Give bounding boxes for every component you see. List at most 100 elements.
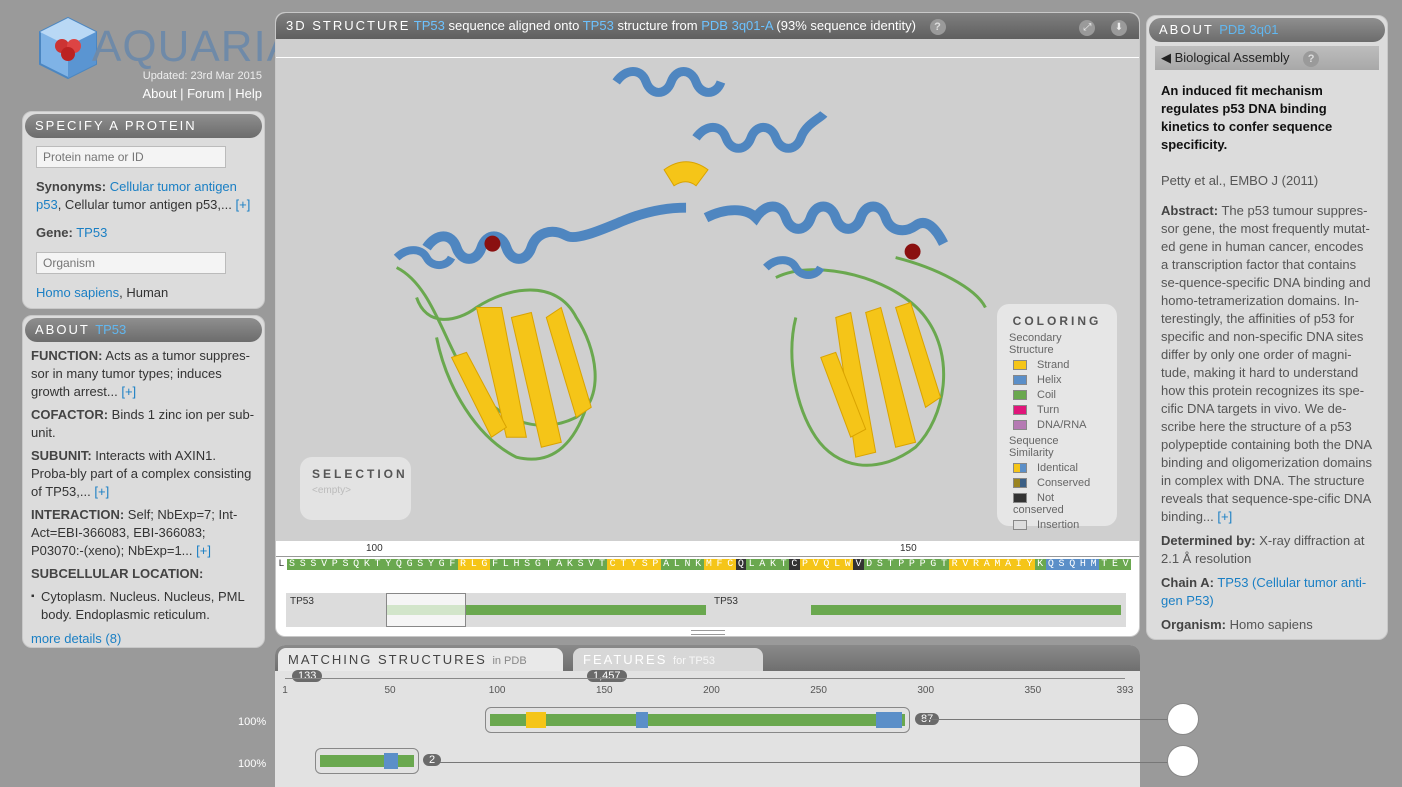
- residue[interactable]: R: [457, 559, 469, 570]
- legend-insertion[interactable]: Insertion: [1009, 519, 1105, 531]
- residue[interactable]: R: [949, 559, 960, 570]
- residue[interactable]: K: [692, 559, 704, 570]
- residue[interactable]: P: [650, 559, 661, 570]
- download-icon[interactable]: ⬇: [1111, 20, 1127, 36]
- legend-identical[interactable]: Identical: [1009, 462, 1105, 474]
- residue[interactable]: T: [1098, 559, 1110, 570]
- residue[interactable]: H: [1077, 559, 1089, 570]
- residue[interactable]: K: [564, 559, 576, 570]
- residue[interactable]: M: [992, 559, 1003, 570]
- help-link[interactable]: Help: [235, 86, 262, 101]
- residue[interactable]: A: [756, 559, 768, 570]
- residue[interactable]: M: [703, 559, 715, 570]
- residue[interactable]: C: [724, 559, 736, 570]
- residue[interactable]: Q: [350, 559, 362, 570]
- residue[interactable]: Y: [425, 559, 437, 570]
- residue[interactable]: G: [436, 559, 447, 570]
- structure-gene-link[interactable]: TP53: [583, 18, 614, 33]
- fullscreen-icon[interactable]: ⤢: [1079, 20, 1096, 36]
- structure-thumbnail-2[interactable]: [1167, 745, 1199, 777]
- residue[interactable]: G: [532, 559, 544, 570]
- residue[interactable]: P: [329, 559, 341, 570]
- structure-cluster-1[interactable]: [485, 707, 910, 733]
- more-details-link[interactable]: more details (8): [31, 630, 256, 648]
- synonyms-more-button[interactable]: [+]: [235, 197, 250, 212]
- tab-features[interactable]: FEATURES for TP53 1,457: [573, 648, 763, 682]
- residue[interactable]: Q: [1045, 559, 1057, 570]
- residue[interactable]: L: [831, 559, 843, 570]
- map-viewport[interactable]: [386, 593, 466, 627]
- residue[interactable]: N: [682, 559, 693, 570]
- abstract-more-button[interactable]: [+]: [1217, 509, 1232, 524]
- residue[interactable]: W: [842, 559, 854, 570]
- residue[interactable]: T: [938, 559, 950, 570]
- residue[interactable]: G: [927, 559, 939, 570]
- structure-cluster-2[interactable]: [315, 748, 419, 774]
- legend-strand[interactable]: Strand: [1009, 359, 1105, 371]
- residue[interactable]: T: [596, 559, 608, 570]
- residue[interactable]: S: [1056, 559, 1067, 570]
- residue[interactable]: P: [799, 559, 811, 570]
- residue[interactable]: S: [286, 559, 298, 570]
- residue[interactable]: S: [575, 559, 586, 570]
- residue[interactable]: R: [970, 559, 982, 570]
- interaction-more-button[interactable]: [+]: [196, 543, 211, 558]
- residue[interactable]: A: [1002, 559, 1014, 570]
- residue[interactable]: P: [917, 559, 928, 570]
- structure-thumbnail-1[interactable]: [1167, 703, 1199, 735]
- residue[interactable]: T: [778, 559, 789, 570]
- residue[interactable]: T: [885, 559, 896, 570]
- residue[interactable]: F: [489, 559, 501, 570]
- residue[interactable]: Y: [1024, 559, 1035, 570]
- residue[interactable]: T: [372, 559, 383, 570]
- residue[interactable]: A: [981, 559, 993, 570]
- forum-link[interactable]: Forum: [187, 86, 225, 101]
- sequence-overview-map[interactable]: TP53 TP53: [286, 593, 1126, 627]
- sequence-residues[interactable]: LSSSVPSQKTYQGSYGFRLGFLHSGTAKSVTCTYSPALNK…: [276, 559, 1139, 575]
- pdb-chain-link[interactable]: PDB 3q01-A: [701, 18, 773, 33]
- residue[interactable]: A: [660, 559, 672, 570]
- sequence-gene-link[interactable]: TP53: [414, 18, 445, 33]
- gene-link[interactable]: TP53: [76, 225, 107, 240]
- legend-helix[interactable]: Helix: [1009, 374, 1105, 386]
- residue[interactable]: G: [404, 559, 415, 570]
- residue[interactable]: D: [863, 559, 875, 570]
- legend-conserved[interactable]: Conserved: [1009, 477, 1105, 489]
- residue[interactable]: F: [447, 559, 458, 570]
- residue[interactable]: L: [671, 559, 683, 570]
- residue[interactable]: K: [361, 559, 373, 570]
- residue[interactable]: V: [960, 559, 971, 570]
- residue[interactable]: S: [308, 559, 319, 570]
- residue[interactable]: V: [853, 559, 864, 570]
- residue[interactable]: P: [895, 559, 907, 570]
- function-more-button[interactable]: [+]: [121, 384, 136, 399]
- residue[interactable]: V: [585, 559, 597, 570]
- residue[interactable]: L: [500, 559, 512, 570]
- legend-dna-rna[interactable]: DNA/RNA: [1009, 419, 1105, 431]
- residue[interactable]: S: [414, 559, 426, 570]
- tab-matching-structures[interactable]: MATCHING STRUCTURES in PDB 133: [278, 648, 563, 682]
- residue[interactable]: A: [553, 559, 565, 570]
- residue[interactable]: K: [767, 559, 779, 570]
- residue[interactable]: Q: [821, 559, 832, 570]
- residue[interactable]: V: [810, 559, 822, 570]
- residue[interactable]: Q: [1066, 559, 1078, 570]
- about-link[interactable]: About: [142, 86, 176, 101]
- residue[interactable]: S: [340, 559, 351, 570]
- residue[interactable]: I: [1013, 559, 1025, 570]
- resize-handle[interactable]: [691, 630, 725, 635]
- residue[interactable]: P: [906, 559, 918, 570]
- residue[interactable]: F: [714, 559, 725, 570]
- residue[interactable]: T: [618, 559, 629, 570]
- legend-turn[interactable]: Turn: [1009, 404, 1105, 416]
- legend-coil[interactable]: Coil: [1009, 389, 1105, 401]
- residue[interactable]: Y: [628, 559, 640, 570]
- residue[interactable]: C: [789, 559, 800, 570]
- residue[interactable]: V: [318, 559, 330, 570]
- citation-link[interactable]: Petty et al., EMBO J (2011): [1161, 172, 1373, 190]
- residue[interactable]: V: [1120, 559, 1131, 570]
- organism-input[interactable]: [36, 252, 226, 274]
- residue[interactable]: S: [297, 559, 309, 570]
- residue[interactable]: S: [874, 559, 886, 570]
- residue[interactable]: Q: [735, 559, 747, 570]
